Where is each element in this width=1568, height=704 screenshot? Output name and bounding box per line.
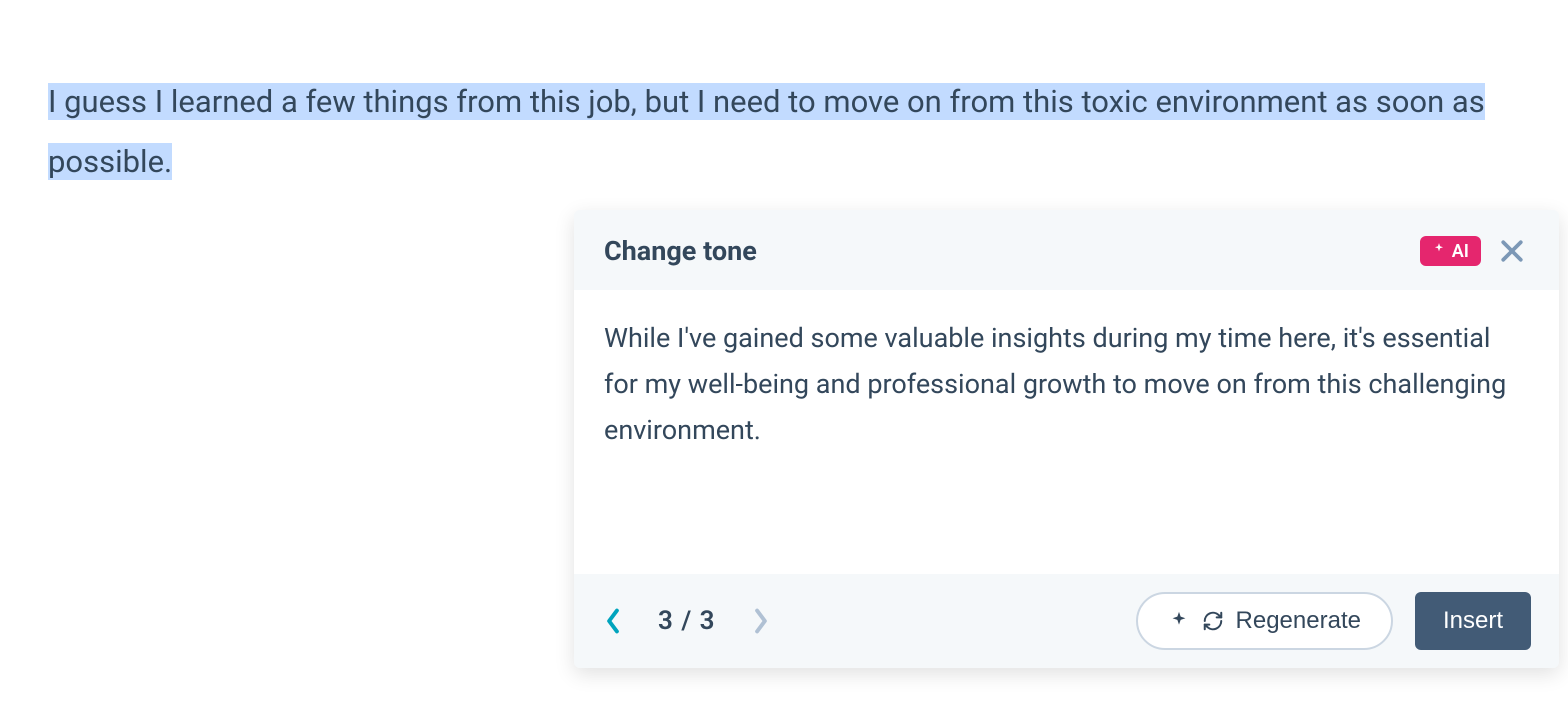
editor-selected-text[interactable]: I guess I learned a few things from this… [48,72,1520,193]
pager-count: 3 / 3 [658,606,716,636]
popup-header-right: AI [1420,234,1529,268]
ai-badge: AI [1420,236,1481,266]
popup-body: While I've gained some valuable insights… [574,290,1559,574]
popup-header: Change tone AI [574,210,1559,290]
regenerate-label: Regenerate [1236,607,1361,635]
sparkle-icon [1432,242,1446,260]
popup-title: Change tone [604,235,757,267]
sparkle-icon [1168,610,1190,632]
close-button[interactable] [1495,234,1529,268]
insert-button[interactable]: Insert [1415,592,1531,650]
suggestion-text: While I've gained some valuable insights… [604,316,1529,454]
refresh-icon [1202,610,1224,632]
regenerate-button[interactable]: Regenerate [1136,592,1393,650]
pager-prev-button[interactable] [598,606,628,636]
footer-actions: Regenerate Insert [1136,592,1531,650]
ai-badge-label: AI [1452,241,1469,262]
popup-footer: 3 / 3 Regenerate [574,574,1559,668]
editor-area[interactable]: I guess I learned a few things from this… [0,0,1568,193]
insert-label: Insert [1443,607,1503,635]
pager: 3 / 3 [592,606,776,636]
change-tone-popup: Change tone AI While I've gained some va… [574,210,1559,668]
pager-next-button[interactable] [746,606,776,636]
